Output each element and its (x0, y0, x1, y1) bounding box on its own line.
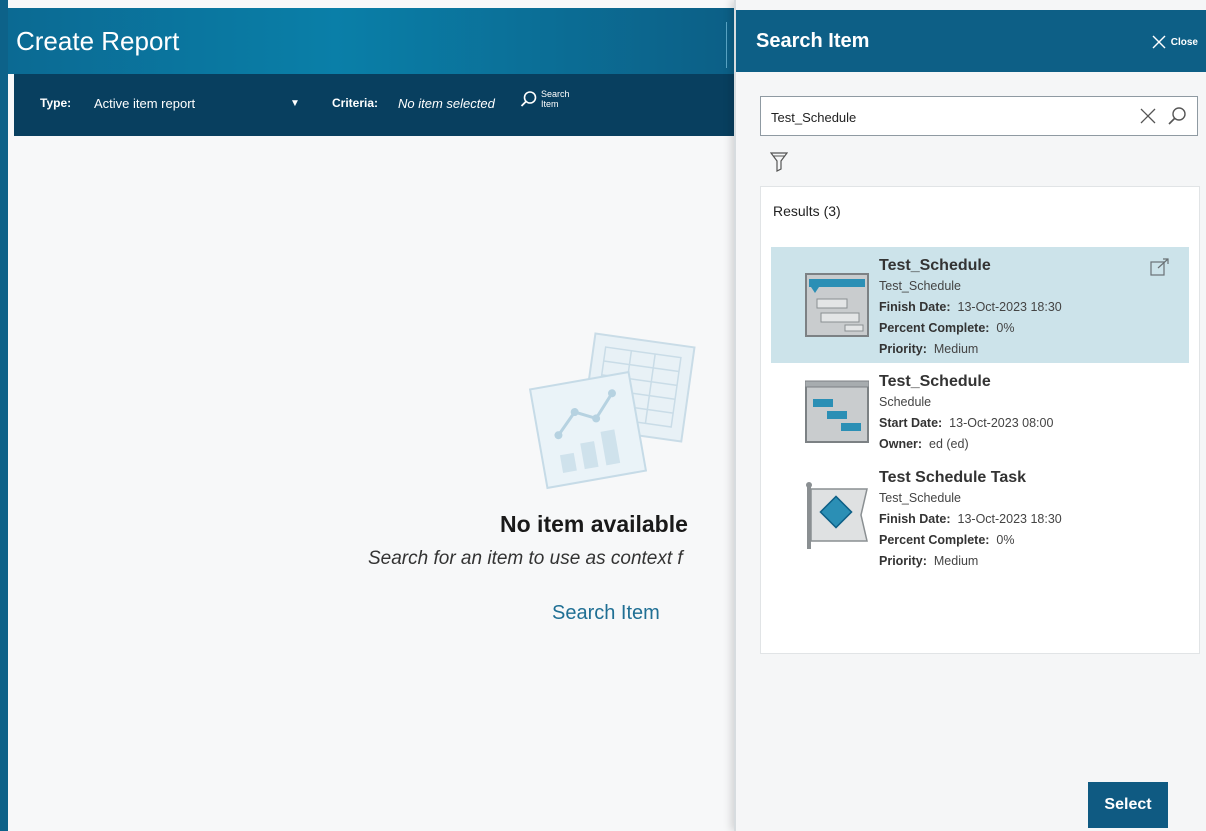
title-divider (726, 22, 727, 68)
results-list: Results (3) Test_Schedule Test_Schedule … (760, 186, 1200, 654)
type-label: Type: (40, 96, 72, 110)
empty-state-subtitle: Search for an item to use as context f (368, 548, 683, 569)
result-item[interactable]: Test Schedule Task Test_Schedule Finish … (771, 461, 1189, 579)
result-subtitle: Test_Schedule (879, 491, 962, 505)
search-item-panel: Search Item Close Results (3) (734, 0, 1206, 831)
schedule-gantt-icon (805, 273, 869, 337)
criteria-label: Criteria: (332, 96, 379, 110)
filter-icon[interactable] (770, 152, 788, 172)
toolbar-search-item-label: Search Item (541, 89, 570, 109)
search-input[interactable] (769, 105, 1133, 129)
close-icon (1152, 35, 1166, 49)
schedule-board-icon (805, 380, 869, 443)
report-type-dropdown[interactable]: Active item report (94, 96, 195, 111)
panel-title: Search Item (756, 30, 870, 52)
search-item-link[interactable]: Search Item (552, 602, 660, 625)
result-field: Finish Date: 13-Oct-2023 18:30 (879, 512, 1062, 526)
search-icon[interactable] (1167, 106, 1187, 126)
close-label: Close (1170, 36, 1198, 48)
result-subtitle: Schedule (879, 395, 932, 409)
search-box (760, 96, 1198, 136)
panel-header: Search Item Close (736, 10, 1206, 72)
result-name: Test Schedule Task (879, 469, 1027, 486)
select-button[interactable]: Select (1088, 782, 1168, 828)
result-field: Percent Complete: 0% (879, 321, 1015, 335)
clear-icon[interactable] (1139, 107, 1157, 125)
result-item[interactable]: Test_Schedule Schedule Start Date: 13-Oc… (771, 365, 1189, 457)
result-field: Priority: Medium (879, 342, 979, 356)
page-title: Create Report (16, 26, 180, 56)
result-field: Start Date: 13-Oct-2023 08:00 (879, 416, 1054, 430)
left-edge-strip (0, 0, 8, 831)
create-report-pane: Create Report Type: Active item report ▼… (0, 0, 736, 831)
result-field: Finish Date: 13-Oct-2023 18:30 (879, 300, 1062, 314)
result-subtitle: Test_Schedule (879, 279, 962, 293)
empty-state-title: No item available (500, 511, 688, 537)
result-field: Priority: Medium (879, 554, 979, 568)
criteria-value: No item selected (398, 96, 495, 111)
search-icon (520, 91, 537, 107)
report-toolbar: Type: Active item report ▼ Criteria: No … (14, 74, 736, 136)
toolbar-search-item-button[interactable]: Search Item (520, 89, 570, 109)
result-field: Owner: ed (ed) (879, 437, 969, 451)
result-name: Test_Schedule (879, 373, 991, 390)
close-button[interactable]: Close (1151, 34, 1198, 50)
results-header: Results (3) (773, 203, 841, 219)
report-illustration-icon (528, 332, 696, 490)
milestone-flag-icon (806, 482, 868, 549)
report-title-bar: Create Report (8, 8, 736, 74)
result-item[interactable]: Test_Schedule Test_Schedule Finish Date:… (771, 247, 1189, 363)
result-name: Test_Schedule (879, 257, 991, 274)
open-in-new-icon[interactable] (1149, 257, 1171, 277)
result-field: Percent Complete: 0% (879, 533, 1015, 547)
dropdown-caret-icon[interactable]: ▼ (290, 98, 300, 109)
